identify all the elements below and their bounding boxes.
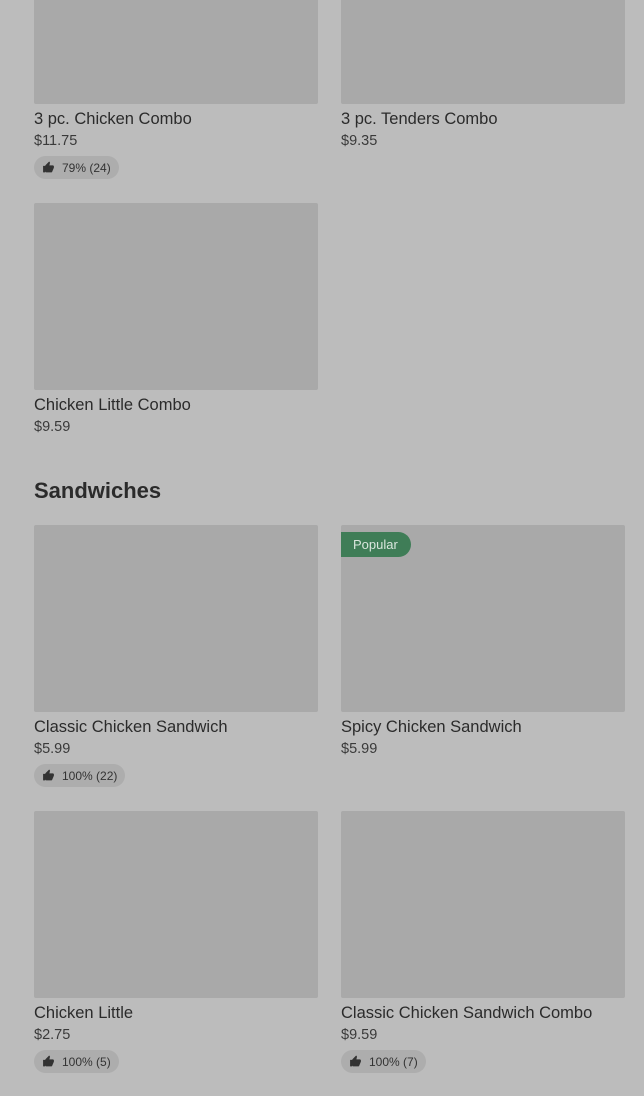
menu-item-name: 3 pc. Chicken Combo [34, 110, 192, 128]
menu-item-image [341, 811, 625, 998]
menu-item-image [34, 203, 318, 390]
thumbs-up-icon [350, 1055, 361, 1067]
menu-item-price: $5.99 [341, 741, 378, 757]
menu-item-card[interactable]: 3 pc. Chicken Combo $11.75 79% (24) [34, 0, 318, 179]
popular-badge: Popular [341, 532, 411, 557]
thumbs-up-icon [43, 161, 54, 173]
rating-text: 100% (7) [369, 1054, 418, 1069]
menu-item-image [34, 525, 318, 712]
menu-item-name: Chicken Little [34, 1004, 134, 1022]
menu-item-price: $5.99 [34, 741, 71, 757]
thumbs-up-icon [43, 769, 54, 781]
menu-item-name: Classic Chicken Sandwich Combo [341, 1004, 593, 1022]
menu-item-price: $9.59 [34, 419, 71, 435]
menu-item-name: 3 pc. Tenders Combo [341, 110, 498, 128]
menu-item-card[interactable]: Chicken Little $2.75 100% (5) [34, 811, 318, 1073]
menu-item-card[interactable]: Classic Chicken Sandwich Combo $9.59 100… [341, 811, 625, 1073]
thumbs-up-icon [43, 1055, 54, 1067]
menu-item-image [341, 0, 625, 104]
menu-item-image: Popular [341, 525, 625, 712]
menu-item-price: $2.75 [34, 1027, 71, 1043]
menu-item-card[interactable]: Popular Spicy Chicken Sandwich $5.99 [341, 525, 625, 758]
rating-badge: 100% (22) [34, 764, 126, 787]
menu-item-card[interactable]: Chicken Little Combo $9.59 [34, 203, 318, 436]
menu-item-name: Spicy Chicken Sandwich [341, 718, 522, 736]
menu-item-name: Chicken Little Combo [34, 396, 191, 414]
rating-badge: 79% (24) [34, 156, 119, 179]
rating-badge: 100% (7) [341, 1050, 426, 1073]
menu-item-price: $9.59 [341, 1027, 378, 1043]
rating-text: 100% (22) [62, 768, 118, 783]
menu-item-card[interactable]: Classic Chicken Sandwich $5.99 100% (22) [34, 525, 318, 787]
rating-badge: 100% (5) [34, 1050, 119, 1073]
rating-text: 79% (24) [62, 160, 111, 175]
rating-text: 100% (5) [62, 1054, 111, 1069]
menu-item-card[interactable]: 3 pc. Tenders Combo $9.35 [341, 0, 625, 150]
menu-item-name: Classic Chicken Sandwich [34, 718, 228, 736]
menu-item-image [34, 811, 318, 998]
section-title-sandwiches: Sandwiches [34, 478, 162, 503]
menu-item-price: $11.75 [34, 133, 78, 149]
menu-item-price: $9.35 [341, 133, 378, 149]
menu-item-image [34, 0, 318, 104]
